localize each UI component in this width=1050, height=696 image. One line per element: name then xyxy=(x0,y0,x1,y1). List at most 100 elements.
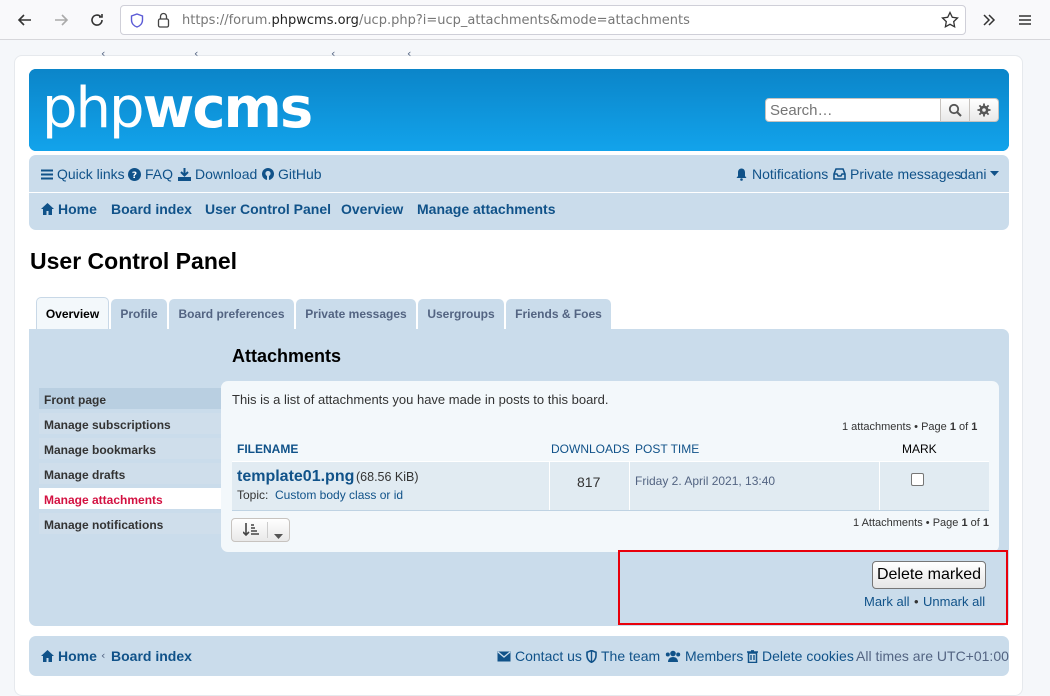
breadcrumb-separator: ‹ xyxy=(101,649,106,662)
contact-us-link[interactable]: Contact us xyxy=(497,648,582,664)
reload-icon[interactable] xyxy=(85,8,109,32)
github-link[interactable]: GitHub xyxy=(262,166,322,182)
column-header-post-time[interactable]: POST TIME xyxy=(635,442,699,456)
shield-icon xyxy=(586,649,597,663)
private-messages-label: Private messages xyxy=(850,166,962,182)
members-link[interactable]: Members xyxy=(665,648,743,664)
delete-cookies-link[interactable]: Delete cookies xyxy=(747,648,854,664)
the-team-link[interactable]: The team xyxy=(586,648,660,664)
caret-down-icon xyxy=(274,528,283,543)
url-bar[interactable]: https://forum.phpwcms.org/ucp.php?i=ucp_… xyxy=(120,5,966,35)
tab-usergroups[interactable]: Usergroups xyxy=(418,299,504,329)
browser-toolbar: https://forum.phpwcms.org/ucp.php?i=ucp_… xyxy=(0,0,1050,40)
forward-icon[interactable] xyxy=(49,8,73,32)
bookmark-star-icon[interactable] xyxy=(941,10,959,33)
github-label: GitHub xyxy=(278,166,322,182)
footer-home-link[interactable]: Home xyxy=(41,648,97,664)
breadcrumb-separator: ‹ xyxy=(407,47,412,60)
overflow-chevrons-icon[interactable] xyxy=(977,8,1001,32)
home-icon xyxy=(41,650,54,662)
topic-label: Topic: xyxy=(237,488,269,502)
sidebar-item-manage-attachments[interactable]: Manage attachments xyxy=(39,488,221,511)
members-label: Members xyxy=(685,648,744,664)
sidebar-item-manage-notifications[interactable]: Manage notifications xyxy=(39,513,221,536)
section-title: Attachments xyxy=(232,346,342,366)
faq-label: FAQ xyxy=(145,166,174,182)
hamburger-menu-icon[interactable] xyxy=(1013,8,1037,32)
envelope-icon xyxy=(497,651,511,661)
faq-link[interactable]: ? FAQ xyxy=(128,166,173,182)
inbox-icon xyxy=(833,168,846,180)
shield-icon[interactable] xyxy=(130,13,144,32)
attachment-filename-link[interactable]: template01.png xyxy=(237,468,354,486)
breadcrumb-separator: ‹ xyxy=(331,47,336,60)
trash-icon xyxy=(747,649,758,663)
notifications-label: Notifications xyxy=(752,166,829,182)
sidebar-item-manage-subscriptions[interactable]: Manage subscriptions xyxy=(39,413,221,436)
site-logo[interactable]: phpwcms xyxy=(42,77,313,141)
contact-us-label: Contact us xyxy=(515,648,582,664)
post-time: Friday 2. April 2021, 13:40 xyxy=(635,474,776,488)
column-divider xyxy=(629,462,630,510)
download-link[interactable]: Download xyxy=(178,166,257,182)
tab-board-preferences[interactable]: Board preferences xyxy=(169,299,294,329)
private-messages-link[interactable]: Private messages xyxy=(833,166,961,182)
button-divider xyxy=(267,522,268,538)
gear-icon xyxy=(977,103,991,117)
breadcrumb-separator: ‹ xyxy=(194,47,199,60)
breadcrumb-home[interactable]: Home xyxy=(41,201,97,217)
download-label: Download xyxy=(195,166,258,182)
notifications-link[interactable]: Notifications xyxy=(735,166,828,182)
timezone-text: All times are UTC+01:00 xyxy=(856,648,1009,664)
lock-icon[interactable] xyxy=(157,12,170,32)
github-icon xyxy=(262,168,274,180)
url-text[interactable]: https://forum.phpwcms.org/ucp.php?i=ucp_… xyxy=(182,13,690,28)
breadcrumb-manage-attachments[interactable]: Manage attachments xyxy=(417,201,555,217)
svg-text:?: ? xyxy=(132,171,137,181)
quick-links-menu[interactable]: Quick links xyxy=(41,166,125,182)
highlight-box xyxy=(618,550,1008,625)
tab-profile[interactable]: Profile xyxy=(111,299,167,329)
page-title: User Control Panel xyxy=(30,248,238,274)
topic-link[interactable]: Custom body class or id xyxy=(275,488,403,502)
download-count: 817 xyxy=(577,474,601,490)
breadcrumb-overview[interactable]: Overview xyxy=(341,201,403,217)
search-box xyxy=(765,98,999,122)
column-header-filename[interactable]: FILENAME xyxy=(237,442,298,456)
delete-cookies-label: Delete cookies xyxy=(762,648,854,664)
sort-amount-icon xyxy=(242,523,259,541)
tab-private-messages[interactable]: Private messages xyxy=(296,299,416,329)
column-divider xyxy=(879,462,880,510)
the-team-label: The team xyxy=(601,648,661,664)
username-label: dani xyxy=(960,166,987,182)
tab-friends-foes[interactable]: Friends & Foes xyxy=(506,299,611,329)
breadcrumb-home-label: Home xyxy=(58,201,97,217)
attachment-size: (68.56 KiB) xyxy=(356,470,419,484)
download-icon xyxy=(178,167,191,181)
search-input[interactable] xyxy=(765,98,941,122)
column-header-downloads[interactable]: DOWNLOADS xyxy=(551,442,630,456)
advanced-search-button[interactable] xyxy=(970,98,999,122)
pagination-bottom: 1 Attachments • Page 1 of 1 xyxy=(853,517,990,529)
users-icon xyxy=(665,650,681,662)
column-divider xyxy=(549,462,550,510)
breadcrumb-user-control-panel[interactable]: User Control Panel xyxy=(205,201,331,217)
quick-links-label: Quick links xyxy=(57,166,125,182)
search-button[interactable] xyxy=(941,98,970,122)
sort-options-dropdown[interactable] xyxy=(231,518,290,542)
tab-overview[interactable]: Overview xyxy=(36,297,109,329)
breadcrumb-separator: ‹ xyxy=(101,47,106,60)
back-icon[interactable] xyxy=(13,8,37,32)
header-banner: phpwcms xyxy=(29,69,1009,151)
pagination-top: 1 attachments • Page 1 of 1 xyxy=(842,421,978,433)
sidebar-item-manage-bookmarks[interactable]: Manage bookmarks xyxy=(39,438,221,461)
mark-checkbox[interactable] xyxy=(911,473,924,486)
sidebar-item-front-page[interactable]: Front page xyxy=(39,388,221,411)
caret-down-icon xyxy=(990,171,1000,176)
user-menu[interactable]: dani xyxy=(960,166,1000,182)
sidebar-item-manage-drafts[interactable]: Manage drafts xyxy=(39,463,221,486)
search-icon xyxy=(948,103,962,117)
footer-home-label: Home xyxy=(58,648,97,664)
footer-board-index-link[interactable]: Board index xyxy=(111,648,192,664)
breadcrumb-board-index[interactable]: Board index xyxy=(111,201,192,217)
